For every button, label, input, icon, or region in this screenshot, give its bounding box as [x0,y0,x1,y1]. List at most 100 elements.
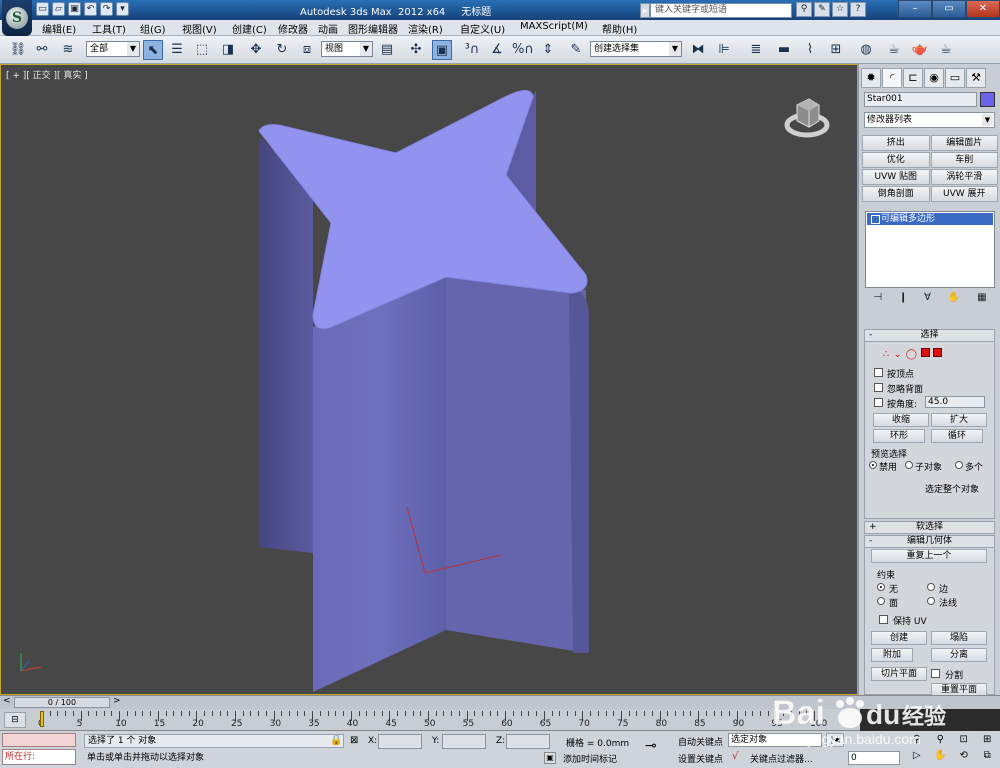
select-object-icon[interactable]: ⬉ [143,40,163,60]
menu-create[interactable]: 创建(C) [232,21,267,36]
create-tab-icon[interactable]: ✹ [861,68,881,88]
redo-icon[interactable]: ↷ [100,2,113,16]
orbit-icon[interactable]: ⟲ [953,749,975,763]
collapse-button[interactable]: 塌陷 [931,631,987,645]
menu-edit[interactable]: 编辑(E) [42,21,76,36]
by-angle-checkbox[interactable] [874,398,883,407]
modifier-button[interactable]: UVW 贴图 [862,169,930,185]
window-crossing-icon[interactable]: ◨ [218,40,238,60]
slice-plane-button[interactable]: 切片平面 [871,667,927,681]
modifier-button[interactable]: UVW 展开 [930,186,998,202]
configure-sets-icon[interactable]: ▦ [977,292,986,303]
ribbon-icon[interactable]: ▬ [774,40,794,60]
modify-tab-icon[interactable]: ◜ [882,68,902,88]
maximize-viewport-icon[interactable]: ⧉ [977,749,999,763]
unlink-icon[interactable]: ⚯ [32,40,52,60]
modifier-button[interactable]: 倒角剖面 [862,186,930,202]
key-icon[interactable]: ⊸ [645,738,657,754]
hierarchy-tab-icon[interactable]: ⊏ [903,68,923,88]
time-marker[interactable] [40,711,44,727]
mirror-icon[interactable]: ⧓ [688,40,708,60]
pin-stack-icon[interactable]: ⊣ [873,292,882,303]
reference-coord-select[interactable]: 视图 ▼ [321,41,373,57]
constraint-edge-radio[interactable] [927,583,935,591]
edit-named-sel-icon[interactable]: ✎ [566,40,586,60]
show-end-result-icon[interactable]: ❙ [899,292,907,303]
y-coord-field[interactable] [442,734,486,749]
selection-rollout-header[interactable]: - 选择 [865,330,994,342]
shrink-button[interactable]: 收缩 [873,413,929,427]
maxscript-line-field[interactable]: 所在行: [2,749,76,765]
constraint-normal-radio[interactable] [927,597,935,605]
set-key-button[interactable]: 设置关键点 [678,752,723,765]
maxscript-listener-field[interactable] [2,733,76,747]
help-icon[interactable]: ? [850,2,866,17]
zoom-extents-all-icon[interactable]: ⊞ [977,733,999,747]
preview-subobject-radio[interactable] [905,461,913,469]
scale-icon[interactable]: ⧈ [297,40,317,60]
app-logo[interactable]: S [2,0,32,36]
close-button[interactable]: ✕ [966,0,1000,18]
menu-maxscript[interactable]: MAXScript(M) [520,21,588,32]
next-frame-icon[interactable]: > [113,696,121,706]
subobject-level-icons[interactable]: ∴⌄◯ [883,348,942,360]
modifier-button[interactable]: 编辑面片 [930,135,998,151]
preserve-uv-checkbox[interactable] [879,615,888,624]
create-button[interactable]: 创建 [871,631,927,645]
search-arrow-icon[interactable]: ▸ [640,3,650,18]
grow-button[interactable]: 扩大 [931,413,987,427]
object-name-field[interactable]: Star001 [864,92,977,107]
mini-curve-editor-icon[interactable]: ⊟ [4,712,26,728]
zoom-extents-icon[interactable]: ⊡ [953,733,975,747]
dropdown-icon[interactable]: ▾ [116,2,129,16]
repeat-last-button[interactable]: 重复上一个 [871,549,987,563]
stack-item-editable-poly[interactable]: 可编辑多边形 [867,213,993,225]
star-extrusion-object[interactable] [1,65,859,696]
z-coord-field[interactable] [506,734,550,749]
constraint-none-radio[interactable] [877,583,885,591]
menu-group[interactable]: 组(G) [140,21,166,36]
curve-editor-icon[interactable]: ⌇ [800,40,820,60]
angle-spinner[interactable]: 45.0 [925,396,985,408]
key-filters-button[interactable]: 关键点过滤器... [750,752,813,765]
menu-customize[interactable]: 自定义(U) [460,21,505,36]
current-frame-field[interactable]: 0 [848,751,900,765]
select-manipulate-icon[interactable]: ✣ [406,40,426,60]
layer-manager-icon[interactable]: ≣ [746,40,766,60]
bind-spacewarp-icon[interactable]: ≋ [58,40,78,60]
modifier-list-select[interactable]: 修改器列表 ▼ [864,112,995,128]
field-of-view-icon[interactable]: ▷ [906,749,928,763]
viewcube[interactable] [783,95,831,139]
menu-graph-editors[interactable]: 图形编辑器 [348,21,398,36]
menu-modifiers[interactable]: 修改器 [278,21,308,36]
remove-modifier-icon[interactable]: ✋ [948,292,960,303]
new-file-icon[interactable]: ▭ [36,2,49,16]
render-setup-icon[interactable]: ☕ [884,40,904,60]
by-vertex-checkbox[interactable] [874,368,883,377]
modifier-button[interactable]: 优化 [862,152,930,168]
angle-snap-icon[interactable]: ∡ [487,40,507,60]
snaps-toggle-icon[interactable]: ³∩ [462,40,482,60]
restore-button[interactable]: ▭ [932,0,966,18]
rendered-frame-icon[interactable]: 🫖 [910,40,930,60]
absolute-mode-icon[interactable]: ⊠ [350,735,358,746]
ring-button[interactable]: 环形 [873,429,925,443]
menu-animation[interactable]: 动画 [318,21,338,36]
constraint-face-radio[interactable] [877,597,885,605]
modifier-button[interactable]: 挤出 [862,135,930,151]
minimize-button[interactable]: – [898,0,932,18]
keyboard-shortcut-icon[interactable]: ▣ [432,40,452,60]
search-input[interactable]: 键入关键字或短语 [650,3,792,18]
schematic-view-icon[interactable]: ⊞ [826,40,846,60]
soft-selection-rollout[interactable]: + 软选择 [864,521,995,534]
auto-key-button[interactable]: 自动关键点 [678,735,723,748]
menu-tools[interactable]: 工具(T) [92,21,126,36]
menu-views[interactable]: 视图(V) [182,21,217,36]
loop-button[interactable]: 循环 [931,429,983,443]
detach-button[interactable]: 分离 [931,648,987,662]
preview-off-radio[interactable] [869,461,877,469]
star-icon[interactable]: ☆ [832,2,848,17]
split-checkbox[interactable] [931,669,940,678]
motion-tab-icon[interactable]: ◉ [924,68,944,88]
percent-snap-icon[interactable]: %∩ [512,40,534,60]
